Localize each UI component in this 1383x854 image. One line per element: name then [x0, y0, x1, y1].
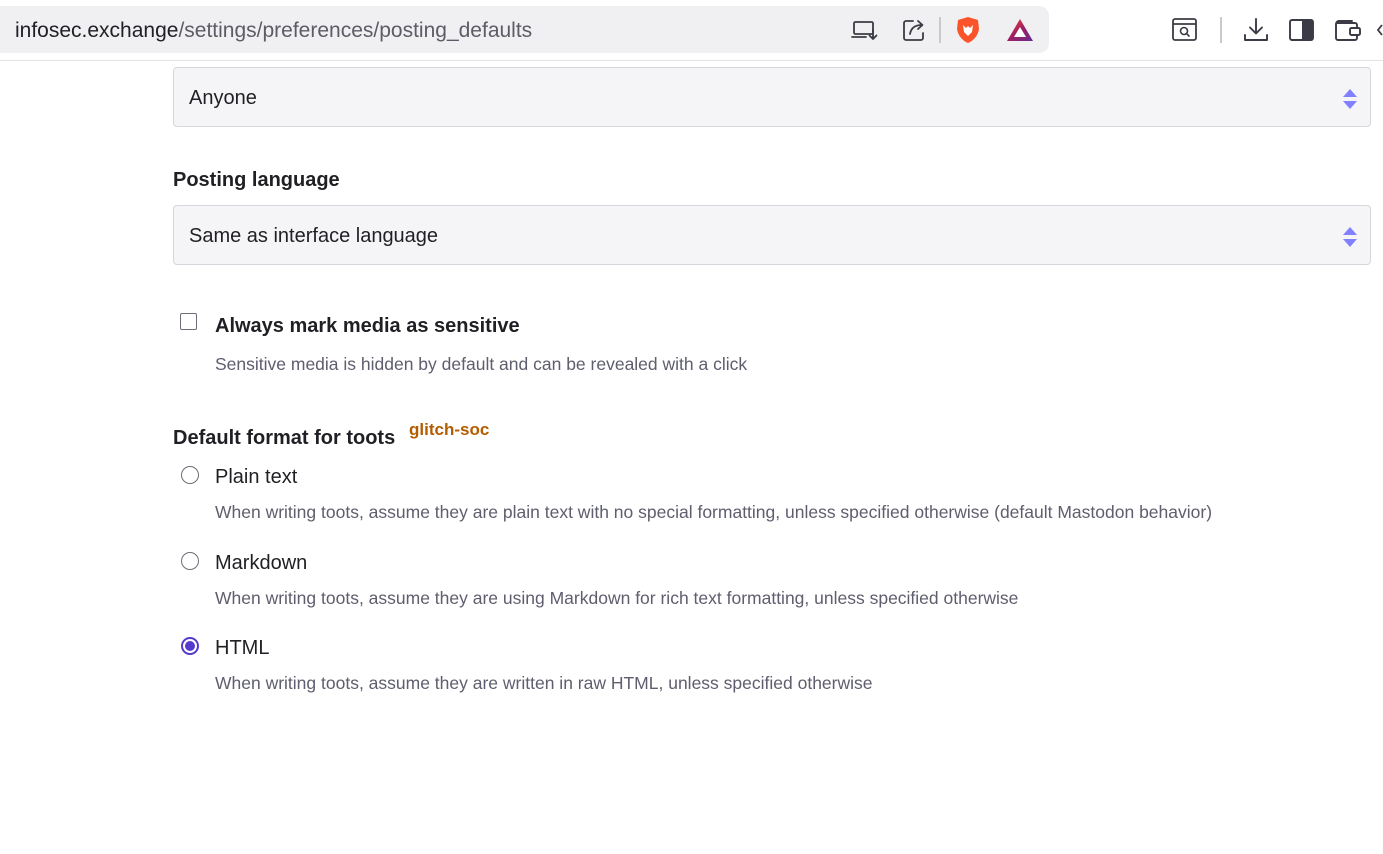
- share-icon[interactable]: [901, 17, 929, 43]
- format-radio-markdown[interactable]: [181, 552, 199, 570]
- format-option-markdown[interactable]: Markdown: [215, 552, 307, 575]
- format-hint-markdown: When writing toots, assume they are usin…: [215, 588, 1019, 608]
- select-arrows-icon: [1342, 87, 1358, 116]
- wallet-icon[interactable]: [1333, 17, 1363, 43]
- format-hint-html: When writing toots, assume they are writ…: [215, 673, 873, 693]
- url-text[interactable]: infosec.exchange/settings/preferences/po…: [15, 6, 532, 53]
- select-arrows-icon: [1342, 225, 1358, 254]
- format-option-html[interactable]: HTML: [215, 637, 269, 660]
- posting-language-label: Posting language: [173, 169, 340, 191]
- format-radio-html[interactable]: [181, 637, 199, 655]
- overflow-chevron-icon[interactable]: [1376, 23, 1383, 37]
- address-bar-separator: [939, 17, 941, 43]
- sidebar-icon[interactable]: [1288, 17, 1316, 43]
- visibility-select-value: Anyone: [189, 87, 257, 109]
- address-bar[interactable]: infosec.exchange/settings/preferences/po…: [0, 6, 1049, 53]
- brave-shields-icon[interactable]: [954, 15, 982, 45]
- search-tab-icon[interactable]: [1171, 16, 1199, 44]
- glitch-soc-badge: glitch-soc: [409, 420, 490, 439]
- download-icon[interactable]: [1242, 16, 1270, 44]
- format-radio-plain-text[interactable]: [181, 466, 199, 484]
- posting-language-select[interactable]: Same as interface language: [173, 205, 1371, 265]
- toolbar-separator: [1220, 17, 1222, 43]
- sensitive-media-label[interactable]: Always mark media as sensitive: [215, 315, 520, 338]
- install-app-icon[interactable]: [851, 18, 879, 42]
- sensitive-media-hint: Sensitive media is hidden by default and…: [215, 354, 748, 374]
- sensitive-media-checkbox[interactable]: [180, 313, 197, 330]
- format-hint-plain-text: When writing toots, assume they are plai…: [215, 502, 1213, 522]
- url-host: infosec.exchange: [15, 19, 179, 42]
- posting-language-value: Same as interface language: [189, 225, 439, 247]
- default-format-label: Default format for toots: [173, 427, 396, 449]
- visibility-select[interactable]: Anyone: [173, 67, 1371, 127]
- brave-rewards-icon[interactable]: [1005, 17, 1035, 43]
- url-path: /settings/preferences/posting_defaults: [178, 19, 533, 42]
- format-option-plain-text[interactable]: Plain text: [215, 466, 297, 489]
- browser-toolbar: infosec.exchange/settings/preferences/po…: [0, 0, 1383, 61]
